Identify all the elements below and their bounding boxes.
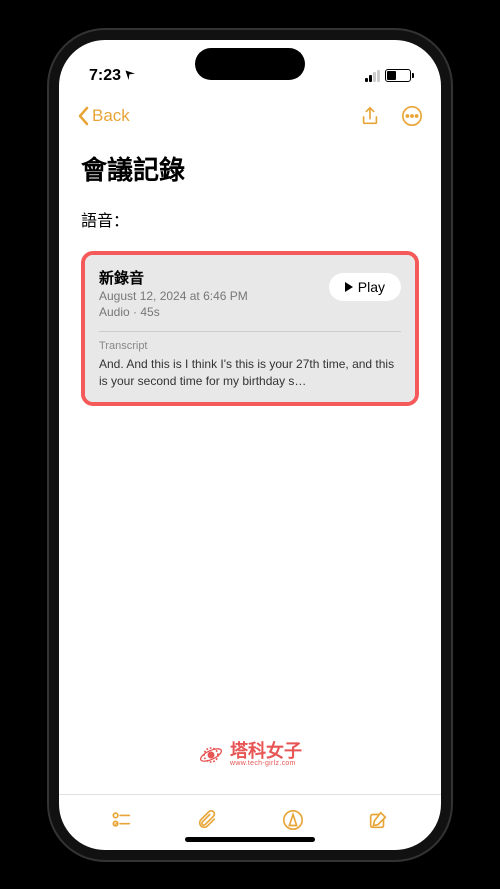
audio-header: 新錄音 August 12, 2024 at 6:46 PM Audio · 4… [99,267,401,322]
note-body: 語音： [81,207,419,231]
transcript-text: And. And this is I think I's this is you… [99,356,401,390]
location-icon [123,68,135,83]
nav-bar: Back [59,94,441,138]
play-icon [345,282,353,292]
nav-actions [359,105,423,127]
signal-icon [365,70,380,82]
play-label: Play [358,279,385,295]
watermark-text: 塔科女子 www.tech-girlz.com [230,742,302,767]
watermark: 塔科女子 www.tech-girlz.com [198,742,302,768]
audio-timestamp: August 12, 2024 at 6:46 PM [99,288,329,305]
back-label: Back [92,106,130,126]
phone-frame: 7:23 [49,30,451,860]
battery-icon [385,69,411,82]
chevron-left-icon [77,106,89,126]
status-right [365,69,411,82]
screen: 7:23 [59,40,441,850]
audio-info: 新錄音 August 12, 2024 at 6:46 PM Audio · 4… [99,267,329,322]
note-content[interactable]: 會議記錄 語音： 新錄音 August 12, 2024 at 6:46 PM … [59,138,441,794]
transcript-label: Transcript [99,340,401,352]
play-button[interactable]: Play [329,273,401,301]
notch [195,48,305,80]
drawing-icon[interactable] [282,809,304,831]
watermark-title: 塔科女子 [230,742,302,760]
audio-recording-card[interactable]: 新錄音 August 12, 2024 at 6:46 PM Audio · 4… [85,255,415,402]
attachment-icon[interactable] [196,809,218,831]
back-button[interactable]: Back [77,106,130,126]
home-indicator[interactable] [185,837,315,842]
compose-icon[interactable] [367,809,389,831]
share-icon[interactable] [359,105,381,127]
watermark-logo-icon [198,742,224,768]
note-title: 會議記錄 [81,150,419,187]
status-time-area: 7:23 [89,67,135,85]
divider [99,331,401,332]
audio-card-highlight: 新錄音 August 12, 2024 at 6:46 PM Audio · 4… [81,251,419,406]
audio-duration: Audio · 45s [99,304,329,321]
status-time: 7:23 [89,67,121,85]
checklist-icon[interactable] [111,809,133,831]
audio-title: 新錄音 [99,267,329,288]
watermark-url: www.tech-girlz.com [230,760,302,767]
more-icon[interactable] [401,105,423,127]
